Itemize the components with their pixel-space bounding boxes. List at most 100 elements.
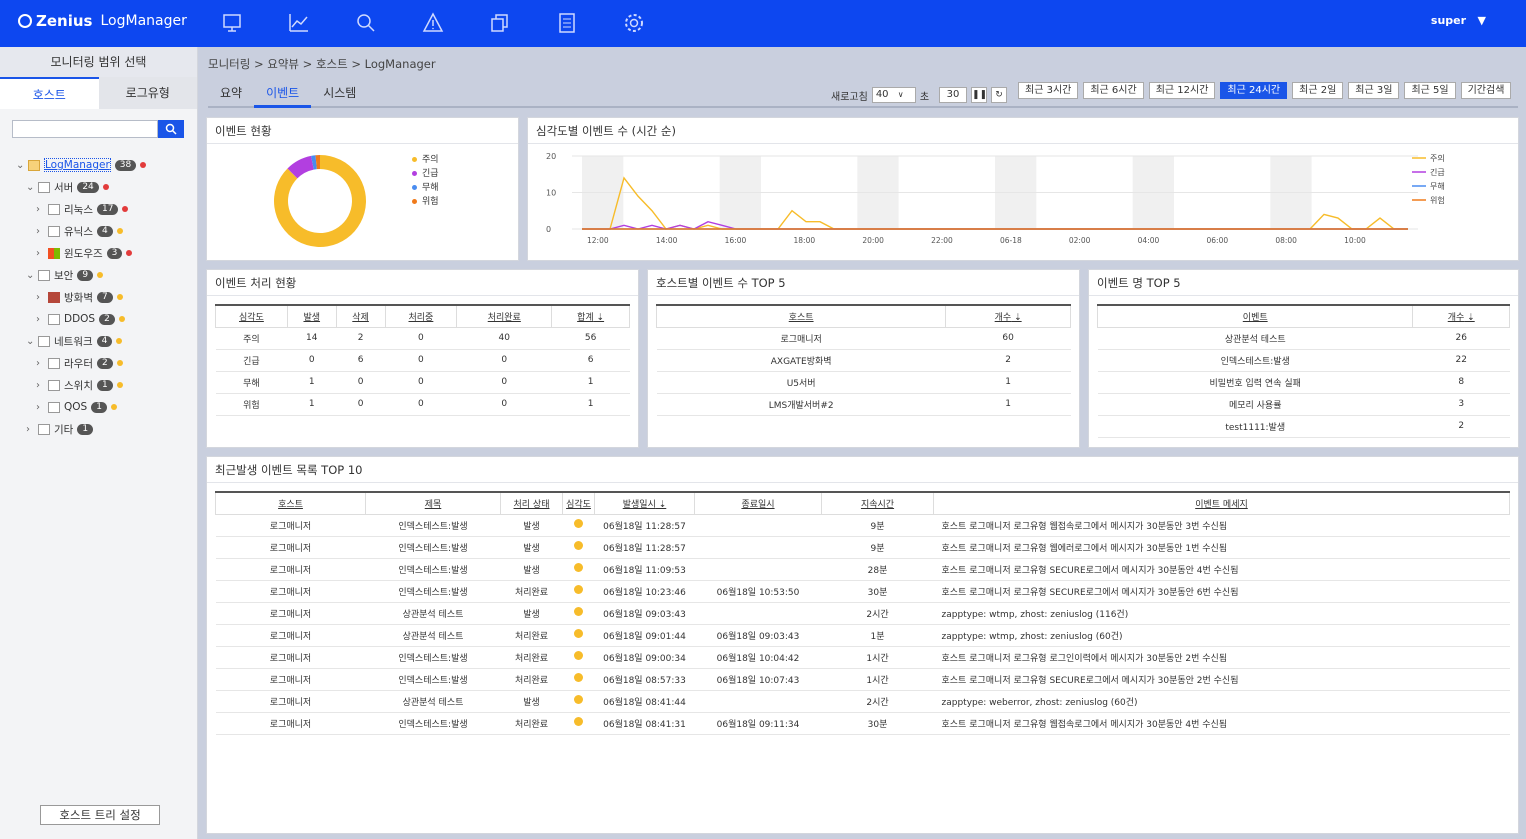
pause-button[interactable]: ❚❚ — [971, 87, 987, 103]
tree-item[interactable]: › DDOS 2 — [16, 308, 146, 330]
column-header[interactable]: 이벤트 메세지 — [933, 491, 1510, 515]
table-row[interactable]: 비밀번호 입력 연속 실패 8 — [1097, 371, 1510, 394]
column-header[interactable]: 삭제 — [335, 304, 386, 328]
table-cell: 처리완료 — [500, 712, 563, 735]
table-row[interactable]: U5서버 1 — [656, 371, 1071, 394]
table-row[interactable]: 로그매니저 인덱스테스트:발생 처리완료 06월18일 10:23:46 06월18일 … — [215, 580, 1510, 603]
table-row[interactable]: 로그매니저 인덱스테스트:발생 발생 06월18일 11:09:53 28분 호스트 로그… — [215, 558, 1510, 581]
column-header[interactable]: 개수 ⇣ — [945, 304, 1071, 328]
range-button[interactable]: 최근 12시간 — [1148, 82, 1216, 99]
chevron-right-icon[interactable]: › — [36, 226, 48, 237]
table-row[interactable]: 로그매니저 상관분석 테스트 처리완료 06월18일 09:01:44 06월18일 0… — [215, 624, 1510, 647]
refresh-button[interactable]: ↻ — [991, 87, 1008, 103]
table-row[interactable]: 위험 1 0 0 0 1 — [215, 393, 630, 416]
table-row[interactable]: LMS개발서버#2 1 — [656, 393, 1071, 416]
column-header[interactable]: 발생일시 ⇣ — [594, 491, 695, 515]
table-row[interactable]: AXGATE방화벽 2 — [656, 349, 1071, 372]
chevron-right-icon[interactable]: › — [36, 248, 48, 259]
tree-item[interactable]: › 리눅스 17 — [16, 198, 146, 220]
column-header[interactable]: 지속시간 — [821, 491, 934, 515]
tree-item[interactable]: ⌄ 서버 24 — [16, 176, 146, 198]
tree-item[interactable]: ⌄ LogManager 38 — [16, 154, 147, 176]
chevron-right-icon[interactable]: › — [36, 380, 48, 391]
column-header[interactable]: 처리중 — [384, 304, 458, 328]
range-button[interactable]: 최근 3일 — [1348, 82, 1400, 99]
table-row[interactable]: 로그매니저 상관분석 테스트 발생 06월18일 08:41:44 2시간 zapptyp… — [215, 690, 1510, 713]
table-cell: 인덱스테스트:발생 — [365, 558, 501, 581]
chevron-right-icon[interactable]: › — [36, 314, 48, 325]
chevron-right-icon[interactable]: › — [36, 292, 48, 303]
range-button[interactable]: 최근 5일 — [1404, 82, 1456, 99]
table-cell: 인덱스테스트:발생 — [365, 514, 501, 537]
table-row[interactable]: 긴급 0 6 0 0 6 — [215, 349, 630, 372]
chevron-right-icon[interactable]: › — [26, 424, 38, 435]
search-button[interactable] — [158, 120, 184, 138]
table-cell — [562, 602, 595, 625]
alert-icon[interactable] — [416, 11, 450, 35]
tree-item[interactable]: › 기타 1 — [16, 418, 146, 440]
column-header[interactable]: 이벤트 — [1096, 304, 1414, 328]
chevron-down-icon[interactable]: ⌄ — [16, 160, 28, 171]
document-icon[interactable] — [550, 11, 584, 35]
copy-icon[interactable] — [483, 11, 517, 35]
column-header[interactable]: 호스트 — [655, 304, 947, 328]
gear-icon[interactable] — [617, 11, 651, 35]
table-row[interactable]: 상관분석 테스트 26 — [1097, 327, 1510, 350]
column-header[interactable]: 합계 ⇣ — [551, 304, 630, 328]
tab-summary[interactable]: 요약 — [208, 80, 254, 108]
tree-item[interactable]: ⌄ 네트워크 4 — [16, 330, 146, 352]
tree-item[interactable]: › 윈도우즈 3 — [16, 242, 146, 264]
tab-host[interactable]: 호스트 — [0, 77, 99, 109]
table-row[interactable]: 메모리 사용률 3 — [1097, 393, 1510, 416]
tree-item[interactable]: › QOS 1 — [16, 396, 146, 418]
table-row[interactable]: 로그매니저 상관분석 테스트 발생 06월18일 09:03:43 2시간 zapptyp… — [215, 602, 1510, 625]
table-row[interactable]: 인덱스테스트:발생 22 — [1097, 349, 1510, 372]
column-header[interactable]: 호스트 — [215, 491, 366, 515]
tree-item[interactable]: › 유닉스 4 — [16, 220, 146, 242]
column-header[interactable]: 종료일시 — [694, 491, 822, 515]
period-search-button[interactable]: 기간검색 — [1460, 82, 1512, 99]
column-header[interactable]: 처리완료 — [456, 304, 553, 328]
table-row[interactable]: 로그매니저 인덱스테스트:발생 발생 06월18일 11:28:57 9분 호스트 로그매… — [215, 536, 1510, 559]
table-row[interactable]: 로그매니저 인덱스테스트:발생 처리완료 06월18일 08:41:31 06월18일 … — [215, 712, 1510, 735]
chevron-down-icon[interactable]: ⌄ — [26, 182, 38, 193]
chart-icon[interactable] — [282, 11, 316, 35]
range-button[interactable]: 최근 24시간 — [1220, 82, 1288, 99]
table-row[interactable]: 로그매니저 인덱스테스트:발생 발생 06월18일 11:28:57 9분 호스트 로그매… — [215, 514, 1510, 537]
column-header[interactable]: 발생 — [286, 304, 337, 328]
table-row[interactable]: 로그매니저 60 — [656, 327, 1071, 350]
app-logo[interactable]: Zenius LogManager — [18, 12, 187, 30]
column-header[interactable]: 심각도 — [562, 491, 595, 515]
tab-system[interactable]: 시스템 — [311, 80, 368, 108]
tree-item[interactable]: › 스위치 1 — [16, 374, 146, 396]
chevron-right-icon[interactable]: › — [36, 358, 48, 369]
tab-events[interactable]: 이벤트 — [254, 80, 312, 108]
range-button[interactable]: 최근 3시간 — [1018, 82, 1079, 99]
column-header[interactable]: 처리 상태 — [500, 491, 563, 515]
range-button[interactable]: 최근 2일 — [1292, 82, 1344, 99]
table-cell: 0 — [385, 349, 457, 372]
tree-item[interactable]: ⌄ 보안 9 — [16, 264, 146, 286]
refresh-interval-select[interactable]: 40 ∨ — [871, 87, 916, 103]
user-menu[interactable]: super ▼ — [1431, 14, 1486, 27]
table-row[interactable]: 무해 1 0 0 0 1 — [215, 371, 630, 394]
chevron-down-icon[interactable]: ⌄ — [26, 270, 38, 281]
host-tree-settings-button[interactable]: 호스트 트리 설정 — [40, 805, 160, 825]
search-icon[interactable] — [349, 11, 383, 35]
monitor-icon[interactable] — [215, 11, 249, 35]
column-header[interactable]: 제목 — [365, 491, 501, 515]
chevron-right-icon[interactable]: › — [36, 204, 48, 215]
table-row[interactable]: test1111:발생 2 — [1097, 415, 1510, 438]
table-row[interactable]: 로그매니저 인덱스테스트:발생 처리완료 06월18일 09:00:34 06월18일 … — [215, 646, 1510, 669]
chevron-right-icon[interactable]: › — [36, 402, 48, 413]
range-button[interactable]: 최근 6시간 — [1083, 82, 1144, 99]
tab-log-type[interactable]: 로그유형 — [98, 77, 197, 109]
tree-item[interactable]: › 라우터 2 — [16, 352, 146, 374]
table-row[interactable]: 주의 14 2 0 40 56 — [215, 327, 630, 350]
table-row[interactable]: 로그매니저 인덱스테스트:발생 처리완료 06월18일 08:57:33 06월18일 … — [215, 668, 1510, 691]
tree-item[interactable]: › 방화벽 7 — [16, 286, 146, 308]
column-header[interactable]: 개수 ⇣ — [1412, 304, 1510, 328]
column-header[interactable]: 심각도 — [215, 304, 288, 328]
tree-search-input[interactable] — [12, 120, 158, 138]
chevron-down-icon[interactable]: ⌄ — [26, 336, 38, 347]
